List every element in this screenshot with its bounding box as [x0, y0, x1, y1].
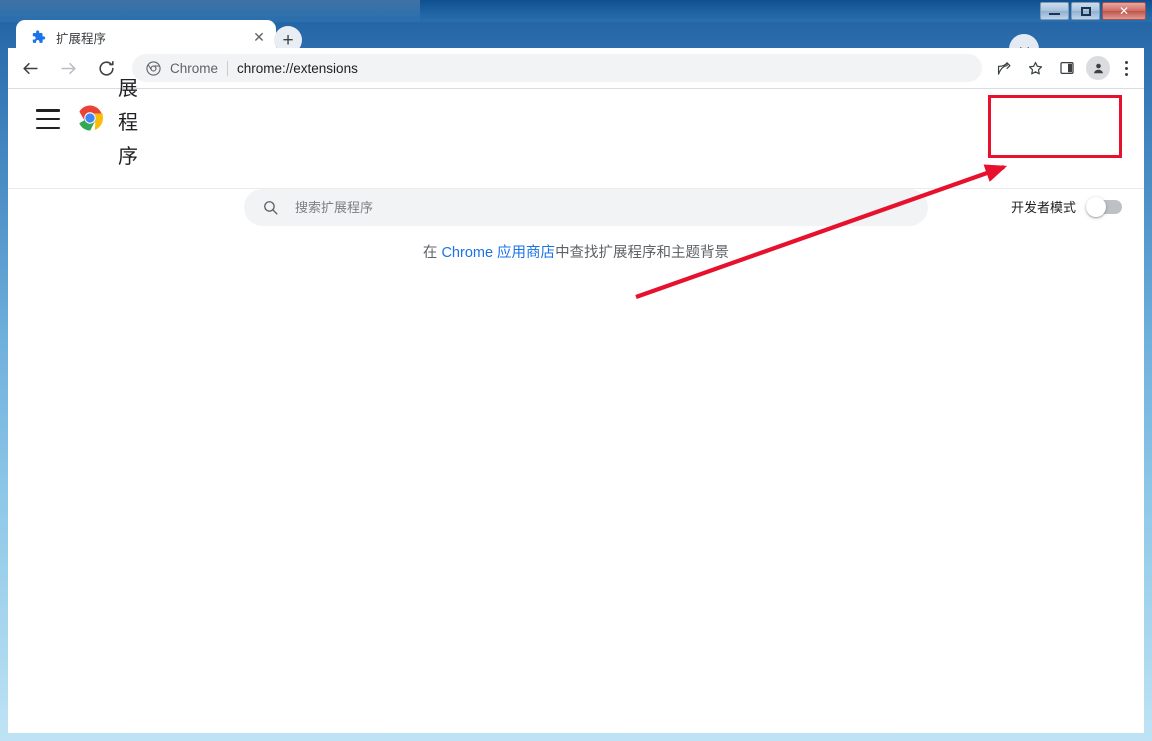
close-icon: ✕: [253, 29, 265, 45]
menu-dot: [1124, 72, 1128, 76]
omnibox-scheme-chip: Chrome: [170, 60, 219, 76]
browser-content-area: Chrome chrome://extensions 展程序 开发者模式 搜索扩…: [8, 48, 1144, 733]
menu-line: [36, 117, 60, 121]
back-arrow-icon: [22, 62, 38, 74]
address-bar[interactable]: Chrome chrome://extensions: [132, 54, 982, 82]
chrome-icon: [146, 60, 161, 76]
browser-window: ✕ 扩展程序 ✕ + Chrome chrome://extensions 展程…: [0, 0, 1152, 741]
bookmark-star-icon[interactable]: [1022, 55, 1048, 81]
page-title: 展程序: [118, 78, 138, 168]
chrome-web-store-link[interactable]: Chrome 应用商店: [441, 245, 555, 261]
menu-line: [36, 126, 60, 129]
more-menu-icon[interactable]: [1114, 55, 1138, 81]
side-panel-icon[interactable]: [1054, 55, 1080, 81]
extensions-page: 展程序 开发者模式 在 Chrome 应用商店: [8, 78, 1144, 733]
omnibox-divider: [227, 60, 229, 76]
toggle-knob: [1086, 196, 1106, 217]
menu-dot: [1124, 66, 1128, 70]
search-icon: [262, 199, 279, 216]
tab-title: 扩展程序: [56, 31, 107, 46]
reload-icon: [98, 60, 114, 76]
share-icon[interactable]: [990, 55, 1016, 81]
menu-dot: [1124, 60, 1128, 64]
developer-mode-label: 开发者模式: [1010, 200, 1076, 215]
empty-state-message: 在 Chrome 应用商店中查找扩展程序和主题背景: [8, 241, 1144, 262]
person-icon: [1093, 63, 1103, 73]
forward-arrow-icon: [60, 62, 76, 74]
developer-mode-control: 开发者模式: [1010, 196, 1122, 217]
plus-icon: +: [282, 29, 294, 51]
empty-state-prefix: 在: [422, 245, 442, 261]
extensions-header: 展程序 开发者模式: [8, 78, 1144, 217]
menu-line: [36, 109, 60, 112]
forward-button[interactable]: [52, 52, 84, 84]
hamburger-menu-icon[interactable]: [36, 109, 60, 129]
search-extensions-box[interactable]: [244, 189, 928, 226]
tab-close-button[interactable]: ✕: [250, 28, 268, 46]
developer-mode-toggle[interactable]: [1086, 196, 1122, 217]
omnibox-url-text: chrome://extensions: [237, 60, 358, 76]
empty-state-suffix: 中查找扩展程序和主题背景: [555, 245, 730, 261]
puzzle-piece-icon: [30, 29, 46, 45]
chrome-logo-icon: [77, 105, 103, 131]
profile-avatar[interactable]: [1086, 56, 1110, 80]
back-button[interactable]: [14, 52, 46, 84]
search-input[interactable]: [295, 200, 910, 215]
browser-toolbar: Chrome chrome://extensions: [8, 48, 1144, 89]
